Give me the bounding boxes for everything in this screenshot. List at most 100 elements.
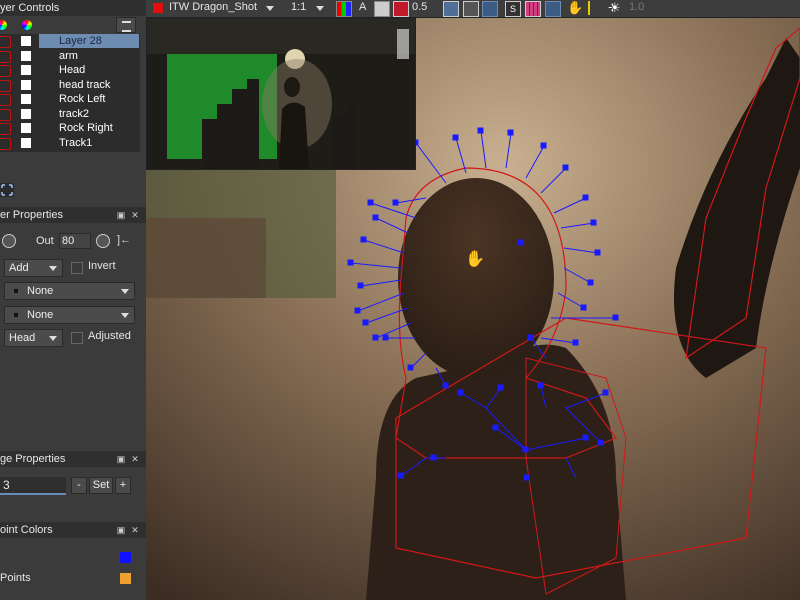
layer-properties-title: er Properties xyxy=(0,209,63,221)
s-label: S xyxy=(509,4,516,14)
edge-value-input[interactable]: 3 xyxy=(0,477,66,495)
viewer-canvas[interactable]: ✋ xyxy=(146,18,800,600)
zoom-chevron-down-icon[interactable] xyxy=(316,6,324,11)
mask-icon[interactable] xyxy=(393,1,409,17)
close-icon[interactable]: ✕ xyxy=(130,210,140,220)
alpha-label[interactable]: A xyxy=(359,1,366,13)
out-point-icon[interactable]: ]← xyxy=(117,234,135,247)
float-icon[interactable]: ▣ xyxy=(116,525,126,535)
color-wheel-icon[interactable] xyxy=(22,20,32,30)
monitor-icon[interactable] xyxy=(443,1,459,17)
color-wheel-icon[interactable] xyxy=(0,20,7,30)
visibility-icon[interactable] xyxy=(0,36,11,48)
spline-icon[interactable] xyxy=(482,1,498,17)
close-icon[interactable]: ✕ xyxy=(130,454,140,464)
rgb-channels-icon[interactable] xyxy=(336,1,352,17)
point-colors-header: oint Colors ▣ ✕ xyxy=(0,522,146,538)
layer-row[interactable]: Head xyxy=(0,63,140,78)
s-icon[interactable]: S xyxy=(505,1,521,17)
track-icon[interactable] xyxy=(588,1,604,15)
layer-row[interactable]: arm xyxy=(0,49,140,64)
thumbnail-image xyxy=(147,19,415,169)
visibility-icon[interactable] xyxy=(0,79,11,92)
layer-checkbox[interactable] xyxy=(21,79,31,90)
layer-checkbox[interactable] xyxy=(21,137,31,148)
menu-lines-icon xyxy=(122,21,131,32)
point-color-swatch-2[interactable] xyxy=(120,573,131,584)
blend-mode-dropdown[interactable]: Add xyxy=(4,259,63,277)
visibility-icon[interactable] xyxy=(0,65,11,77)
grid-icon[interactable] xyxy=(525,1,541,17)
layer-list: Layer 28 arm Head head track Rock Left t… xyxy=(0,34,140,152)
layer-checkbox[interactable] xyxy=(21,108,31,119)
float-icon[interactable]: ▣ xyxy=(116,454,126,464)
float-icon[interactable]: ▣ xyxy=(116,210,126,220)
layer-checkbox[interactable] xyxy=(21,65,31,75)
visibility-icon[interactable] xyxy=(0,123,11,135)
set-button[interactable]: Set xyxy=(89,477,113,494)
layer-row[interactable]: Track1 xyxy=(0,136,140,151)
in-dial-icon[interactable] xyxy=(2,234,16,248)
chevron-down-icon xyxy=(49,336,57,341)
visibility-icon[interactable] xyxy=(0,108,11,121)
invert-label: Invert xyxy=(88,260,116,272)
chevron-down-icon xyxy=(49,266,57,271)
increment-button[interactable]: + xyxy=(115,477,131,494)
visibility-icon[interactable] xyxy=(0,50,11,63)
layer-row[interactable]: Layer 28 xyxy=(0,34,140,49)
layer-name[interactable]: Rock Right xyxy=(39,121,139,135)
layer-row[interactable]: Rock Right xyxy=(0,121,140,136)
layer-name[interactable]: Head xyxy=(39,63,139,77)
layer-name[interactable]: Track1 xyxy=(39,136,139,150)
square-icon xyxy=(14,313,18,317)
point-color-swatch-1[interactable] xyxy=(120,552,131,563)
expand-icon[interactable] xyxy=(0,183,14,197)
layer-menu-button[interactable] xyxy=(116,17,136,33)
layer-name[interactable]: Rock Left xyxy=(39,92,139,106)
points-label: Points xyxy=(0,572,31,584)
invert-checkbox[interactable] xyxy=(71,262,83,274)
hand-tool-icon[interactable]: ✋ xyxy=(567,1,583,15)
zoom-value[interactable]: 1:1 xyxy=(291,1,306,13)
layers-icon[interactable] xyxy=(463,1,479,17)
reference-thumbnail[interactable] xyxy=(146,18,416,170)
layer-checkbox[interactable] xyxy=(21,94,31,104)
layer-checkbox[interactable] xyxy=(21,123,31,133)
matte-dropdown-2[interactable]: None xyxy=(4,306,135,324)
overlay-icon[interactable] xyxy=(374,1,390,17)
out-value-input[interactable]: 80 xyxy=(59,233,91,249)
blend-mode-value: Add xyxy=(9,262,29,274)
right-value: 1.0 xyxy=(629,1,645,13)
chevron-down-icon xyxy=(121,289,129,294)
matte-dropdown-1[interactable]: None xyxy=(4,282,135,300)
layer-name[interactable]: track2 xyxy=(39,107,139,121)
out-dial-icon[interactable] xyxy=(96,234,110,248)
layer-name[interactable]: head track xyxy=(39,78,139,92)
layer-name[interactable]: Layer 28 xyxy=(39,34,139,48)
visibility-icon[interactable] xyxy=(0,94,11,106)
layer-properties-header: er Properties ▣ ✕ xyxy=(0,207,146,223)
adjusted-checkbox[interactable] xyxy=(71,332,83,344)
close-icon[interactable]: ✕ xyxy=(130,525,140,535)
matte-value-2: None xyxy=(27,309,54,321)
shot-chevron-down-icon[interactable] xyxy=(266,6,274,11)
brightness-icon[interactable]: ☀ xyxy=(609,1,623,15)
square-icon xyxy=(14,289,18,293)
layer-checkbox[interactable] xyxy=(21,50,31,61)
left-panel: yer Controls Layer 28 arm Head head trac… xyxy=(0,0,147,600)
magnify-icon[interactable] xyxy=(545,1,561,17)
hand-cursor-icon: ✋ xyxy=(465,249,485,268)
chevron-down-icon xyxy=(121,313,129,318)
track-layer-dropdown[interactable]: Head xyxy=(4,329,63,347)
decrement-button[interactable]: - xyxy=(71,477,87,494)
layer-row[interactable]: Rock Left xyxy=(0,92,140,107)
viewer-toolbar: ITW Dragon_Shot 1:1 A 0.5 S ✋ ⊹ ☀ 1.0 xyxy=(146,0,800,18)
layer-name[interactable]: arm xyxy=(39,49,139,63)
opacity-value[interactable]: 0.5 xyxy=(412,1,427,13)
edge-properties-header: ge Properties ▣ ✕ xyxy=(0,451,146,467)
layer-row[interactable]: track2 xyxy=(0,107,140,122)
visibility-icon[interactable] xyxy=(0,137,11,150)
shot-name[interactable]: ITW Dragon_Shot xyxy=(169,1,257,13)
layer-row[interactable]: head track xyxy=(0,78,140,93)
layer-checkbox[interactable] xyxy=(21,36,31,46)
